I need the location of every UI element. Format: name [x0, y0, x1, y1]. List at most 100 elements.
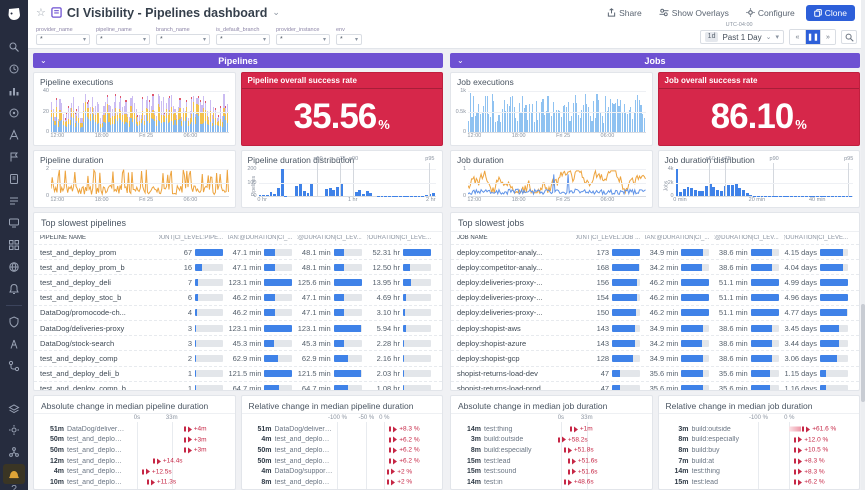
table-row[interactable]: shopist-returns-load-prod4735.6 min35.6 …: [451, 381, 859, 391]
filter-is_default_branch[interactable]: is_default_branch *▾: [216, 27, 270, 45]
change-row[interactable]: 50mtest_and_deploy_d...+6.2 %: [248, 456, 437, 467]
events-icon[interactable]: [3, 147, 25, 167]
datadog-logo[interactable]: [6, 6, 22, 27]
change-row[interactable]: 15mtest:lead+51.6s: [457, 456, 646, 467]
logs-icon[interactable]: [3, 191, 25, 211]
change-row[interactable]: 9mbuild:buy+46.3s: [457, 488, 646, 489]
table-row[interactable]: deploy:deliveries-proxy-...15046.2 min51…: [451, 305, 859, 320]
clone-button[interactable]: Clone: [806, 5, 855, 21]
table-row[interactable]: deploy:deliveries-proxy-...15646.2 min51…: [451, 274, 859, 289]
change-row[interactable]: 8mbuild:especially+12.0 %: [665, 435, 854, 446]
workflows-icon[interactable]: [3, 398, 25, 418]
ci-icon[interactable]: [3, 356, 25, 376]
security-icon[interactable]: [3, 312, 25, 332]
favorite-star-icon[interactable]: ☆: [36, 6, 46, 19]
change-row[interactable]: 4mDataDog/support-t...+2 %: [248, 466, 437, 477]
serverless-icon[interactable]: [3, 334, 25, 354]
help-button[interactable]: ? Help: [8, 484, 19, 490]
table-row[interactable]: test_and_deploy_deli_b1121.5 min121.5 mi…: [34, 366, 442, 381]
step-forward-button[interactable]: »: [820, 30, 835, 44]
integrations-icon[interactable]: [3, 235, 25, 255]
share-button[interactable]: Share: [601, 8, 648, 18]
table-row[interactable]: deploy:competitor-analy...16834.2 min38.…: [451, 259, 859, 274]
history-icon[interactable]: [3, 59, 25, 79]
rum-icon[interactable]: [3, 213, 25, 233]
table-row[interactable]: test_and_deploy_deli7123.1 min125.6 min1…: [34, 274, 442, 289]
change-row[interactable]: 50mtest_and_deploy_deli+6.2 %: [248, 445, 437, 456]
change-row[interactable]: 51mDataDog/deliveries...+8.3 %: [248, 424, 437, 435]
show-overlays-button[interactable]: Show Overlays: [653, 8, 735, 18]
change-row[interactable]: 50mtest_and_deploy_deli+3m: [40, 435, 229, 446]
change-row[interactable]: 7mbuild:at+8.3 %: [665, 456, 854, 467]
change-row[interactable]: 15mtest:sound+51.6s: [457, 466, 646, 477]
pipeline-duration-distribution-chart[interactable]: Pipelines 2001000 p50p75p90p95 0 hr1 hr2…: [259, 169, 437, 197]
change-row[interactable]: 4mtest_and_deploy_s...+12.5s: [40, 466, 229, 477]
job-executions-chart[interactable]: 1k0.5k0 12:0018:00Fri 2506:00: [468, 91, 646, 133]
monitors-icon[interactable]: [3, 279, 25, 299]
page-scrollbar[interactable]: [861, 0, 865, 490]
configure-button[interactable]: Configure: [740, 8, 801, 18]
change-row[interactable]: 3mbuild:outside+61.6 %: [665, 424, 854, 435]
organization-icon[interactable]: [3, 442, 25, 462]
settings-icon[interactable]: [3, 420, 25, 440]
time-range-picker[interactable]: 1d Past 1 Day ⌄ ▾: [700, 30, 784, 44]
search-icon[interactable]: [3, 37, 25, 57]
table-row[interactable]: deploy:shopist-gcp12834.9 min38.6 min3.0…: [451, 350, 859, 365]
filter-branch_name[interactable]: branch_name *▾: [156, 27, 210, 45]
table-row[interactable]: test_and_deploy_comp_b164.7 min64.7 min1…: [34, 381, 442, 391]
filter-env[interactable]: env *▾: [336, 27, 362, 45]
sort-column-header[interactable]: ↓ COUNT|CI_LEVEL:JOB ...: [576, 235, 645, 241]
pause-button[interactable]: ❚❚: [805, 30, 820, 44]
filter-pipeline_name[interactable]: pipeline_name *▾: [96, 27, 150, 45]
synthetics-icon[interactable]: [3, 257, 25, 277]
change-row[interactable]: 50mtest_and_deploy_d...+3m: [40, 445, 229, 456]
change-row[interactable]: 4mtest_and_deploy_s...+6.2 %: [248, 435, 437, 446]
apm-icon[interactable]: [3, 125, 25, 145]
ci-visibility-active-icon[interactable]: [3, 464, 25, 484]
table-row[interactable]: deploy:deliveries-proxy-...15446.2 min51…: [451, 290, 859, 305]
table-row[interactable]: DataDog/deliveries-proxy3123.1 min123.1 …: [34, 320, 442, 335]
change-marker-icon: +6.2 %: [389, 436, 419, 443]
change-row[interactable]: 12mtest_and_deploy_s...+14.4s: [40, 456, 229, 467]
watchdog-icon[interactable]: [3, 103, 25, 123]
section-header-pipelines[interactable]: ⌄ Pipelines: [33, 53, 443, 68]
change-row[interactable]: 10mtest_and_deploy_ios+11.3s: [40, 477, 229, 488]
table-row[interactable]: test_and_deploy_prom_b1647.1 min48.1 min…: [34, 259, 442, 274]
change-row[interactable]: 8mtest_and_deploy_p...+9.2s: [40, 488, 229, 489]
table-row[interactable]: shopist-returns-load-dev4735.6 min35.6 m…: [451, 366, 859, 381]
change-row[interactable]: 15mtest:sound+6.2 %: [665, 488, 854, 489]
filter-provider_instance[interactable]: provider_instance *▾: [276, 27, 330, 45]
table-row[interactable]: test_and_deploy_stoc_b646.2 min47.1 min4…: [34, 290, 442, 305]
change-row[interactable]: 8mbuild:buy+10.5 %: [665, 445, 854, 456]
table-row[interactable]: test_and_deploy_comp262.9 min62.9 min2.1…: [34, 350, 442, 365]
table-row[interactable]: test_and_deploy_prom6747.1 min48.1 min52…: [34, 244, 442, 259]
change-row[interactable]: 8mbuild:especially+51.8s: [457, 445, 646, 456]
change-row[interactable]: 14mtest:thing+8.3 %: [665, 466, 854, 477]
sort-column-header[interactable]: ↓ COUNT|CI_LEVEL:PIPE...: [159, 235, 228, 241]
change-row[interactable]: 3mbuild:outside+58.2s: [457, 435, 646, 446]
metrics-icon[interactable]: [3, 81, 25, 101]
change-row[interactable]: 8mtest_and_deploy_p...+2 %: [248, 477, 437, 488]
filter-provider_name[interactable]: provider_name *▾: [36, 27, 90, 45]
table-row[interactable]: DataDog/stock-search345.3 min45.3 min2.2…: [34, 335, 442, 350]
change-row[interactable]: 15mtest:lead+6.2 %: [665, 477, 854, 488]
change-row[interactable]: 14mtest:thing+1m: [457, 424, 646, 435]
job-success-rate-card[interactable]: Job overall success rate 86.10 %: [658, 72, 861, 146]
pipeline-success-rate-card[interactable]: Pipeline overall success rate 35.56 %: [241, 72, 444, 146]
job-duration-distribution-chart[interactable]: Jobs 4k2k0 p50p75p90p95 0 min20 min40 mi…: [676, 169, 854, 197]
table-row[interactable]: DataDog/promocode-ch...446.2 min47.1 min…: [34, 305, 442, 320]
table-row[interactable]: deploy:competitor-analy...17334.9 min38.…: [451, 244, 859, 259]
section-header-jobs[interactable]: ⌄ Jobs: [450, 53, 860, 68]
step-backward-button[interactable]: «: [790, 30, 805, 44]
pipeline-duration-chart[interactable]: 20 12:0018:00Fri 2506:00: [51, 169, 229, 197]
change-row[interactable]: 14mtest:in+48.6s: [457, 477, 646, 488]
notebooks-icon[interactable]: [3, 169, 25, 189]
zoom-graph-button[interactable]: [841, 30, 857, 44]
pipeline-executions-chart[interactable]: 40200 12:0018:00Fri 2506:00: [51, 91, 229, 133]
change-row[interactable]: 12mtest_and_deploy_s...+2 %: [248, 488, 437, 489]
table-row[interactable]: deploy:shopist-aws14334.9 min38.6 min3.4…: [451, 320, 859, 335]
table-row[interactable]: deploy:shopist-azure14334.2 min38.6 min3…: [451, 335, 859, 350]
title-chevron-icon[interactable]: ⌄: [272, 7, 280, 18]
change-row[interactable]: 51mDataDog/deliveries...+4m: [40, 424, 229, 435]
job-duration-chart[interactable]: 10 12:0018:00Fri 2506:00: [468, 169, 646, 197]
